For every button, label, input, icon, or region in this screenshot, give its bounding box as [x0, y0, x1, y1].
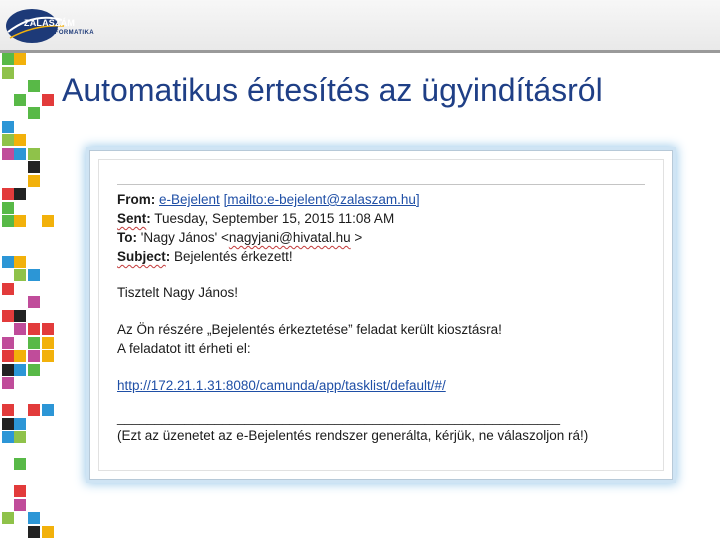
subject-label: Subject: [117, 249, 166, 264]
body-line-2: A feladatot itt érheti el:: [117, 341, 251, 356]
mosaic-tile: [14, 269, 26, 281]
mosaic-tile: [28, 404, 40, 416]
separator: ________________________________________…: [117, 410, 560, 425]
mosaic-tile: [2, 350, 14, 362]
mosaic-tile: [28, 174, 40, 187]
mosaic-tile: [2, 512, 14, 524]
mosaic-tile: [2, 431, 14, 443]
subject-line: Subject: Bejelentés érkezett!: [117, 249, 293, 264]
footer-note: (Ezt az üzenetet az e-Bejelentés rendsze…: [117, 428, 588, 443]
sent-line: Sent: Tuesday, September 15, 2015 11:08 …: [117, 211, 395, 226]
to-label: To: [117, 230, 133, 245]
mosaic-tile: [14, 53, 26, 65]
mosaic-tile: [2, 377, 14, 389]
decorative-mosaic: [0, 53, 56, 540]
mosaic-tile: [28, 269, 40, 281]
mosaic-tile: [2, 417, 14, 430]
mosaic-tile: [28, 107, 40, 119]
mosaic-tile: [14, 309, 26, 322]
task-link-text[interactable]: http://172.21.1.31:8080/camunda/app/task…: [117, 378, 446, 393]
page-title: Automatikus értesítés az ügyindításról: [62, 72, 603, 108]
email-screenshot: From: e-Bejelent [mailto:e-bejelent@zala…: [89, 150, 673, 480]
mosaic-tile: [28, 147, 40, 160]
from-line: From: e-Bejelent [mailto:e-bejelent@zala…: [117, 192, 420, 207]
email-body: From: e-Bejelent [mailto:e-bejelent@zala…: [98, 159, 664, 471]
mosaic-tile: [2, 336, 14, 349]
mosaic-tile: [2, 215, 14, 227]
mosaic-tile: [28, 525, 40, 538]
mosaic-tile: [14, 215, 26, 227]
mosaic-tile: [2, 66, 14, 79]
mosaic-tile: [28, 296, 40, 308]
mosaic-tile: [2, 255, 14, 268]
mosaic-tile: [42, 215, 54, 227]
mosaic-tile: [14, 417, 26, 430]
mosaic-tile: [2, 53, 14, 65]
from-name-link[interactable]: e-Bejelent: [159, 192, 220, 207]
footer-text: (Ezt az üzenetet az e-Bejelentés rendsze…: [117, 428, 589, 443]
mosaic-tile: [14, 323, 26, 335]
mosaic-tile: [14, 458, 26, 470]
mosaic-tile: [28, 161, 40, 173]
mosaic-tile: [14, 255, 26, 268]
mosaic-tile: [28, 336, 40, 349]
mosaic-tile: [42, 404, 54, 416]
mosaic-tile: [14, 485, 26, 497]
subject-value: Bejelentés érkezett!: [174, 249, 293, 264]
mosaic-tile: [2, 363, 14, 376]
mosaic-tile: [14, 93, 26, 106]
mosaic-tile: [28, 512, 40, 524]
header-band: ZALASZÁM INFORMATIKA: [0, 0, 720, 53]
to-end: >: [350, 230, 363, 245]
greeting: Tisztelt Nagy János!: [117, 285, 239, 300]
divider: [117, 184, 645, 185]
from-label: From: [117, 192, 151, 207]
task-link[interactable]: http://172.21.1.31:8080/camunda/app/task…: [117, 378, 446, 393]
to-line: To: 'Nagy János' <nagyjani@hivatal.hu >: [117, 230, 363, 245]
body-line-1: Az Ön részére „Bejelentés érkeztetése” f…: [117, 322, 502, 337]
mosaic-tile: [14, 134, 26, 146]
from-mailto-link[interactable]: [mailto:e-bejelent@zalaszam.hu]: [224, 192, 420, 207]
mosaic-tile: [2, 188, 14, 200]
mosaic-tile: [2, 404, 14, 416]
mosaic-tile: [14, 431, 26, 443]
mosaic-tile: [42, 525, 54, 538]
mosaic-tile: [14, 498, 26, 511]
mosaic-tile: [14, 363, 26, 376]
mosaic-tile: [14, 147, 26, 160]
mosaic-tile: [42, 323, 54, 335]
sent-label: Sent: [117, 211, 147, 226]
zalaszam-logo: ZALASZÁM INFORMATIKA: [4, 4, 104, 48]
mosaic-tile: [2, 134, 14, 146]
logo-name: ZALASZÁM: [24, 18, 76, 28]
to-email[interactable]: nagyjani@hivatal.hu: [229, 230, 351, 245]
mosaic-tile: [2, 120, 14, 133]
mosaic-tile: [42, 93, 54, 106]
mosaic-tile: [14, 188, 26, 200]
mosaic-tile: [2, 282, 14, 295]
mosaic-tile: [2, 309, 14, 322]
mosaic-tile: [42, 336, 54, 349]
mosaic-tile: [42, 350, 54, 362]
mosaic-tile: [2, 201, 14, 214]
sent-value: Tuesday, September 15, 2015 11:08 AM: [154, 211, 395, 226]
mosaic-tile: [2, 147, 14, 160]
mosaic-tile: [28, 323, 40, 335]
mosaic-tile: [28, 350, 40, 362]
to-name: 'Nagy János' <: [140, 230, 229, 245]
mosaic-tile: [28, 80, 40, 92]
mosaic-tile: [28, 363, 40, 376]
logo-subtitle: INFORMATIKA: [48, 30, 94, 36]
mosaic-tile: [14, 350, 26, 362]
